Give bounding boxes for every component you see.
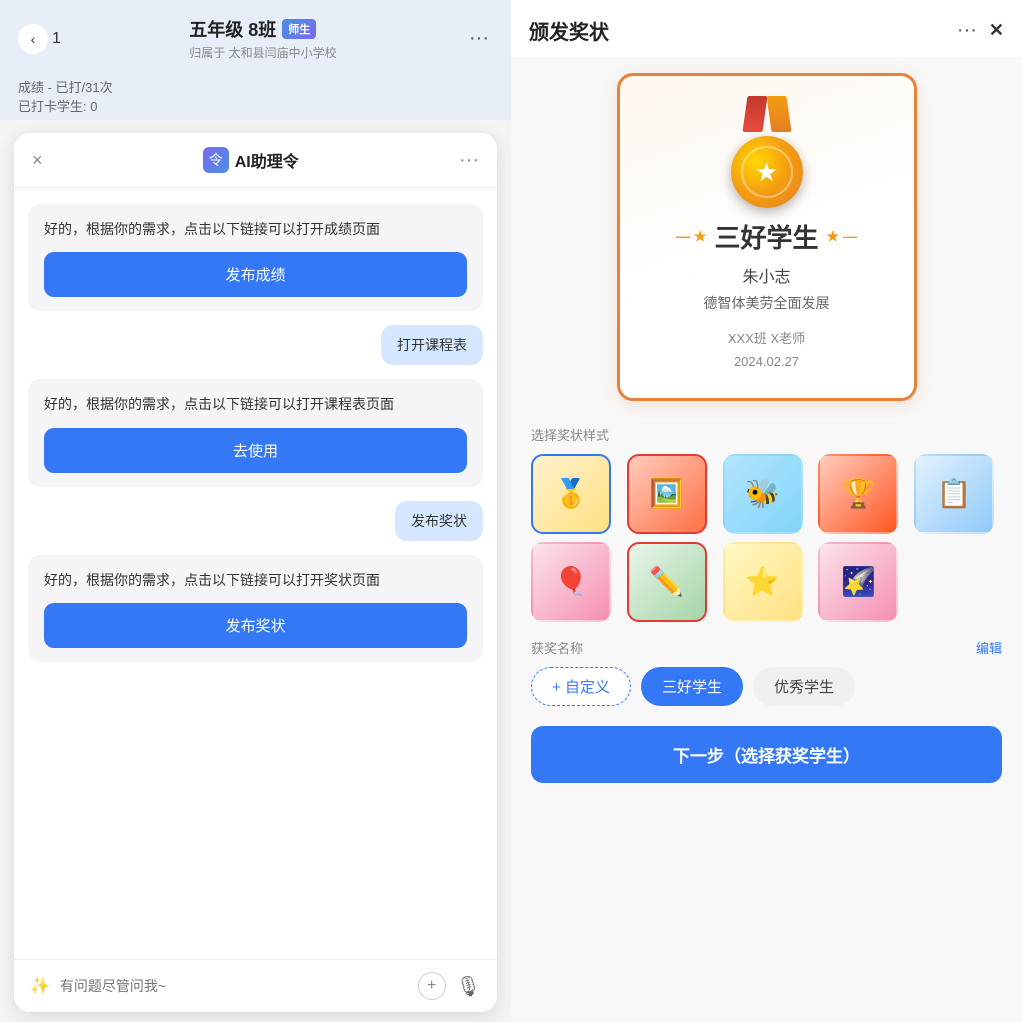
magic-icon: ✨ — [30, 976, 50, 996]
back-button[interactable]: ‹ 1 — [18, 24, 61, 54]
style-item-6[interactable]: 🎈 — [531, 542, 611, 622]
cert-meta: XXX班 X老师 2024.02.27 — [644, 327, 890, 374]
ai-icon: 令 — [203, 147, 229, 173]
teacher-badge: 师生 — [282, 19, 316, 39]
medal-star: ★ — [755, 157, 778, 188]
style-item-5-inner: 📋 — [916, 456, 992, 532]
right-panel: 颁发奖状 ··· ✕ ★ — ★ — [511, 0, 1022, 1022]
ai-footer: ✨ + 🎙 — [14, 959, 497, 1012]
user-message-row-1: 打开课程表 — [28, 325, 483, 365]
title-area: 五年级 8班 师生 归属于 太和县闫庙中小学校 — [189, 16, 336, 61]
style-item-8-inner: ⭐ — [725, 544, 801, 620]
style-item-4[interactable]: 🏆 — [818, 454, 898, 534]
cert-description: 德智体美劳全面发展 — [644, 293, 890, 313]
right-panel-title: 颁发奖状 — [529, 16, 609, 45]
right-header-actions: ··· ✕ — [957, 19, 1004, 42]
right-close-button[interactable]: ✕ — [989, 20, 1004, 41]
ai-title: AI助理令 — [235, 148, 299, 172]
right-header: 颁发奖状 ··· ✕ — [511, 0, 1022, 57]
style-item-5[interactable]: 📋 — [914, 454, 994, 534]
style-selector: 选择奖状样式 🥇 🖼️ 🐝 🏆 📋 🎈 ✏️ — [511, 417, 1022, 630]
award-tags: + 自定义 三好学生 优秀学生 — [531, 667, 1002, 706]
medal-circle: ★ — [731, 136, 803, 208]
ai-title-row: 令 AI助理令 — [203, 147, 299, 173]
cert-medal: ★ — [722, 96, 812, 206]
publish-grades-button[interactable]: 发布成绩 — [44, 252, 467, 297]
style-item-3-inner: 🐝 — [725, 456, 801, 532]
cert-date: 2024.02.27 — [644, 350, 890, 373]
award-tag-custom[interactable]: + 自定义 — [531, 667, 631, 706]
certificate-card: ★ — ★ 三好学生 ★ — 朱小志 德智体美劳全面发展 XXX班 X老师 20… — [617, 73, 917, 401]
back-num: 1 — [52, 30, 61, 48]
medal-ribbon — [722, 96, 812, 132]
ai-input-area — [60, 978, 408, 994]
style-item-8[interactable]: ⭐ — [723, 542, 803, 622]
ai-user-message-2: 发布奖状 — [395, 501, 483, 541]
ai-bot-text-2: 好的，根据你的需求，点击以下链接可以打开课程表页面 — [44, 393, 467, 415]
ai-bot-message-1: 好的，根据你的需求，点击以下链接可以打开成绩页面 发布成绩 — [28, 204, 483, 311]
ai-bot-message-3: 好的，根据你的需求，点击以下链接可以打开奖状页面 发布奖状 — [28, 555, 483, 662]
style-item-7[interactable]: ✏️ — [627, 542, 707, 622]
medal-inner: ★ — [741, 146, 793, 198]
style-item-9-inner: 🌠 — [820, 544, 896, 620]
ribbon-left — [742, 96, 767, 132]
ai-modal: × 令 AI助理令 ··· 好的，根据你的需求，点击以下链接可以打开成绩页面 发… — [14, 133, 497, 1012]
right-more-button[interactable]: ··· — [957, 19, 977, 42]
ai-chat-body[interactable]: 好的，根据你的需求，点击以下链接可以打开成绩页面 发布成绩 打开课程表 好的，根… — [14, 188, 497, 959]
ai-header: × 令 AI助理令 ··· — [14, 133, 497, 188]
ai-close-button[interactable]: × — [32, 150, 43, 171]
ai-bot-text-3: 好的，根据你的需求，点击以下链接可以打开奖状页面 — [44, 569, 467, 591]
award-name-edit-button[interactable]: 编辑 — [976, 638, 1002, 657]
class-subtitle: 归属于 太和县闫庙中小学校 — [189, 44, 336, 61]
style-item-2[interactable]: 🖼️ — [627, 454, 707, 534]
class-title: 五年级 8班 师生 — [189, 16, 336, 42]
goto-use-button[interactable]: 去使用 — [44, 428, 467, 473]
ai-user-message-1: 打开课程表 — [381, 325, 483, 365]
style-item-1[interactable]: 🥇 — [531, 454, 611, 534]
style-item-4-inner: 🏆 — [820, 456, 896, 532]
user-message-row-2: 发布奖状 — [28, 501, 483, 541]
ai-bot-message-2: 好的，根据你的需求，点击以下链接可以打开课程表页面 去使用 — [28, 379, 483, 486]
class-info: 成绩 - 已打/31次 已打卡学生: 0 — [0, 69, 511, 123]
cert-title-deco-left: — ★ — [676, 228, 706, 245]
award-tag-sanhao[interactable]: 三好学生 — [641, 667, 743, 706]
next-step-button[interactable]: 下一步（选择获奖学生） — [531, 726, 1002, 783]
style-item-7-inner: ✏️ — [629, 544, 705, 620]
back-circle: ‹ — [18, 24, 48, 54]
cert-award-title: — ★ 三好学生 ★ — — [644, 218, 890, 255]
certificate-area: ★ — ★ 三好学生 ★ — 朱小志 德智体美劳全面发展 XXX班 X老师 20… — [511, 57, 1022, 417]
style-grid: 🥇 🖼️ 🐝 🏆 📋 🎈 ✏️ ⭐ — [531, 454, 1002, 622]
style-item-3[interactable]: 🐝 — [723, 454, 803, 534]
style-item-1-inner: 🥇 — [533, 456, 609, 532]
style-item-9[interactable]: 🌠 — [818, 542, 898, 622]
ai-plus-button[interactable]: + — [418, 972, 446, 1000]
left-panel: ‹ 1 五年级 8班 师生 归属于 太和县闫庙中小学校 ··· 成绩 - 已打/… — [0, 0, 511, 1022]
ai-input[interactable] — [60, 978, 408, 994]
award-name-section: 获奖名称 编辑 + 自定义 三好学生 优秀学生 — [511, 630, 1022, 714]
award-tag-youxiu[interactable]: 优秀学生 — [753, 667, 855, 706]
cert-title-deco-right: ★ — — [827, 228, 857, 245]
award-name-label: 获奖名称 — [531, 638, 583, 657]
ribbon-right — [766, 96, 791, 132]
style-selector-label: 选择奖状样式 — [531, 425, 1002, 444]
ai-bot-text-1: 好的，根据你的需求，点击以下链接可以打开成绩页面 — [44, 218, 467, 240]
style-item-6-inner: 🎈 — [533, 544, 609, 620]
cert-content-area: — ★ 三好学生 ★ — 朱小志 德智体美劳全面发展 XXX班 X老师 2024… — [644, 218, 890, 374]
more-options-button[interactable]: ··· — [465, 23, 493, 54]
cert-student-name: 朱小志 — [644, 263, 890, 287]
cert-class-teacher: XXX班 X老师 — [644, 327, 890, 350]
style-item-2-inner: 🖼️ — [629, 456, 705, 532]
ai-more-button[interactable]: ··· — [459, 149, 479, 172]
publish-award-button[interactable]: 发布奖状 — [44, 603, 467, 648]
ai-mic-button[interactable]: 🎙 — [456, 974, 481, 999]
award-name-header: 获奖名称 编辑 — [531, 638, 1002, 657]
top-bar: ‹ 1 五年级 8班 师生 归属于 太和县闫庙中小学校 ··· — [0, 0, 511, 69]
